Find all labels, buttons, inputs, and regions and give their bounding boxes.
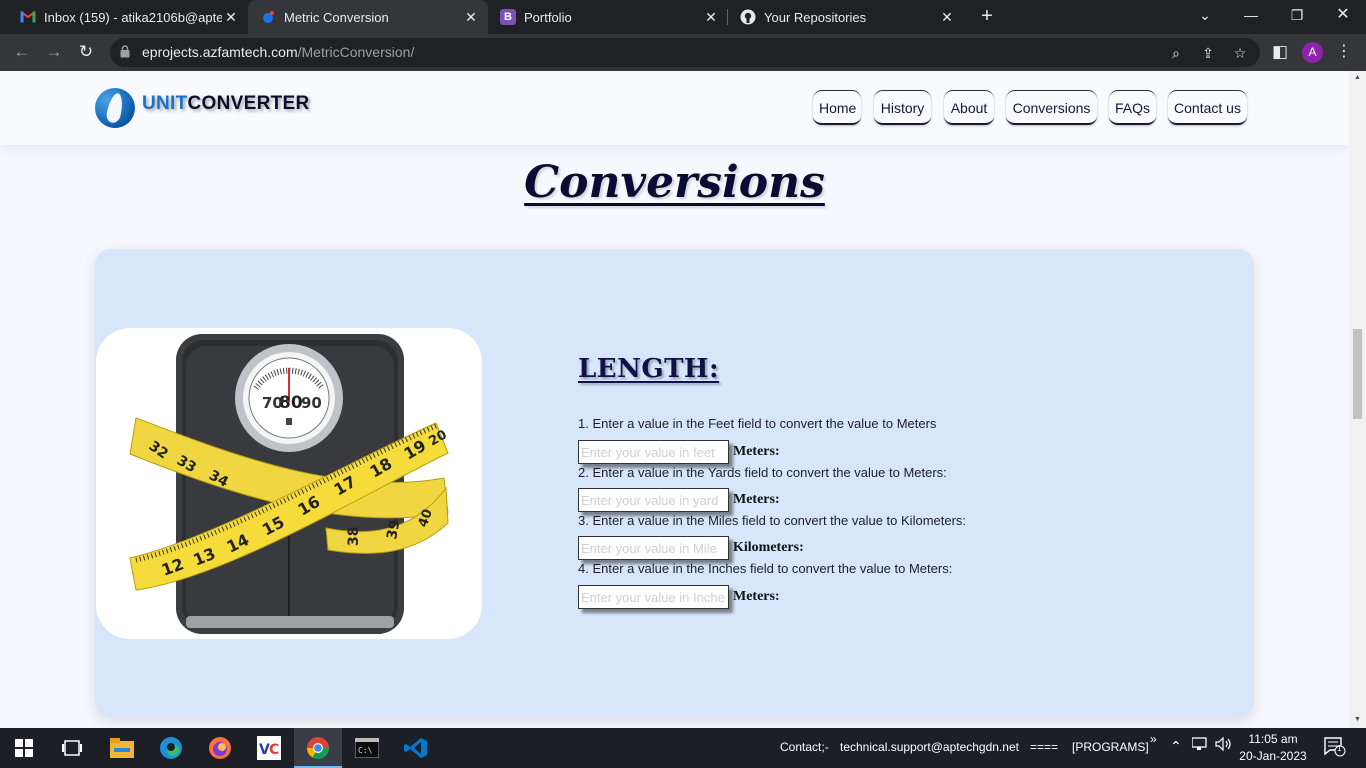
clock-time: 11:05 am	[1248, 732, 1298, 746]
tab-portfolio[interactable]: B Portfolio ✕	[488, 0, 728, 34]
tab-metric-conversion[interactable]: Metric Conversion ✕	[248, 0, 488, 34]
zoom-icon[interactable]: ⌕	[1167, 44, 1185, 62]
tray-chevron-up-icon[interactable]: ⌃	[1170, 738, 1182, 755]
bootstrap-icon: B	[500, 9, 516, 25]
forward-arrow-icon[interactable]: →	[42, 40, 66, 64]
instruction-inches: 4. Enter a value in the Inches field to …	[578, 561, 953, 576]
page-scrollbar[interactable]: ▲ ▼	[1349, 71, 1366, 728]
length-conversion-card: 70 80 90 32 33 34 12 13 14 15 16 17 18 1…	[95, 249, 1254, 717]
site-header: UNITCONVERTER Home History About Convers…	[0, 71, 1349, 145]
brand-logo-icon[interactable]	[95, 88, 135, 128]
taskbar-contact-email: technical.support@aptechgdn.net	[840, 740, 1019, 754]
taskbar-separator: ====	[1030, 740, 1059, 754]
inches-input[interactable]	[578, 585, 729, 609]
svg-text:C:\: C:\	[358, 746, 373, 755]
tab-title: Your Repositories	[764, 9, 867, 25]
github-icon	[740, 9, 756, 25]
svg-text:C: C	[269, 742, 279, 758]
file-explorer-icon[interactable]	[98, 728, 146, 768]
instruction-miles: 3. Enter a value in the Miles field to c…	[578, 513, 967, 528]
meters-label: Meters:	[733, 444, 780, 459]
tape-number: 38	[346, 527, 362, 546]
brand-part1: UNIT	[142, 93, 188, 114]
nav-faqs[interactable]: FAQs	[1109, 90, 1156, 125]
close-window-icon[interactable]: ✕	[1320, 0, 1366, 32]
profile-avatar[interactable]: A	[1302, 42, 1323, 63]
dial-number: 80	[279, 393, 303, 413]
edge-browser-icon[interactable]	[147, 728, 195, 768]
vscode-icon[interactable]	[392, 728, 440, 768]
tab-title: Portfolio	[524, 9, 572, 25]
browser-tab-strip: Inbox (159) - atika2106b@aptech ✕ Metric…	[0, 0, 1366, 34]
taskbar-clock[interactable]: 11:05 am 20-Jan-2023	[1238, 731, 1308, 765]
back-arrow-icon[interactable]: ←	[10, 40, 34, 64]
tape-number: 39	[384, 519, 403, 541]
close-icon[interactable]: ✕	[222, 9, 240, 26]
vc-app-icon[interactable]: VC	[245, 728, 293, 768]
nav-history[interactable]: History	[874, 90, 931, 125]
instruction-feet: 1. Enter a value in the Feet field to co…	[578, 416, 937, 431]
yards-input[interactable]	[578, 488, 729, 512]
site-dot-icon	[260, 9, 276, 25]
chrome-icon[interactable]	[294, 728, 342, 768]
brand-part2: CONVERTER	[187, 93, 310, 114]
lock-icon	[120, 45, 130, 58]
network-icon[interactable]	[1191, 737, 1208, 754]
tab-title: Metric Conversion	[284, 9, 389, 25]
scroll-down-arrow-icon[interactable]: ▼	[1353, 715, 1362, 724]
scrollbar-thumb[interactable]	[1353, 329, 1362, 419]
close-icon[interactable]: ✕	[462, 9, 480, 26]
page-viewport: UNITCONVERTER Home History About Convers…	[0, 71, 1366, 728]
feet-input[interactable]	[578, 440, 729, 464]
restore-icon[interactable]: ❐	[1274, 0, 1320, 32]
meters-label: Meters:	[733, 589, 780, 604]
gmail-icon	[20, 9, 36, 25]
nav-home[interactable]: Home	[813, 90, 861, 125]
browser-toolbar: ← → ↻ eprojects.azfamtech.com/MetricConv…	[0, 34, 1366, 71]
new-tab-button[interactable]: +	[976, 5, 998, 27]
meters-label: Meters:	[733, 492, 780, 507]
url-path: /MetricConversion/	[297, 44, 415, 60]
close-icon[interactable]: ✕	[702, 9, 720, 26]
taskbar-contact-label: Contact;-	[780, 740, 829, 754]
notification-center-icon[interactable]: 1	[1324, 737, 1346, 760]
tab-search-chevron-icon[interactable]: ⌄	[1182, 0, 1228, 32]
tab-repositories[interactable]: Your Repositories ✕	[728, 0, 964, 34]
instruction-yards: 2. Enter a value in the Yards field to c…	[578, 465, 947, 480]
nav-contact[interactable]: Contact us	[1168, 90, 1247, 125]
side-panel-icon[interactable]: ◧	[1268, 40, 1292, 64]
tab-title: Inbox (159) - atika2106b@aptech	[44, 9, 222, 25]
tab-inbox[interactable]: Inbox (159) - atika2106b@aptech ✕	[8, 0, 248, 34]
reload-icon[interactable]: ↻	[74, 40, 98, 64]
windows-taskbar: VC C:\ Contact;- technical.support@aptec…	[0, 728, 1366, 768]
page-title: Conversions	[0, 157, 1349, 208]
bookmark-star-icon[interactable]: ☆	[1231, 44, 1249, 62]
taskbar-programs[interactable]: [PROGRAMS]	[1072, 740, 1149, 754]
brand-name[interactable]: UNITCONVERTER	[142, 93, 310, 115]
close-icon[interactable]: ✕	[938, 9, 956, 26]
windows-start-icon[interactable]	[0, 728, 48, 768]
page-title-text: Conversions	[524, 157, 825, 208]
miles-input[interactable]	[578, 536, 729, 560]
address-bar[interactable]: eprojects.azfamtech.com/MetricConversion…	[110, 38, 1260, 67]
task-view-icon[interactable]	[48, 728, 96, 768]
nav-conversions[interactable]: Conversions	[1006, 90, 1097, 125]
firefox-icon[interactable]	[196, 728, 244, 768]
clock-date: 20-Jan-2023	[1239, 749, 1307, 763]
volume-icon[interactable]	[1215, 736, 1233, 754]
share-icon[interactable]: ⇪	[1199, 44, 1217, 62]
notification-count: 1	[1337, 744, 1342, 753]
dial-number: 90	[301, 394, 322, 412]
minimize-icon[interactable]: —	[1228, 0, 1274, 32]
nav-about[interactable]: About	[944, 90, 994, 125]
scroll-up-arrow-icon[interactable]: ▲	[1353, 73, 1362, 82]
menu-kebab-icon[interactable]: ⋮	[1336, 40, 1352, 64]
toolbar-expand-icon[interactable]: »	[1150, 732, 1157, 746]
url-text: eprojects.azfamtech.com/MetricConversion…	[142, 44, 414, 60]
terminal-icon[interactable]: C:\	[343, 728, 391, 768]
url-host: eprojects.azfamtech.com	[142, 44, 298, 60]
section-title-length: LENGTH:	[578, 354, 720, 384]
kilometers-label: Kilometers:	[733, 540, 804, 555]
bathroom-scale-image: 70 80 90 32 33 34 12 13 14 15 16 17 18 1…	[96, 328, 482, 639]
